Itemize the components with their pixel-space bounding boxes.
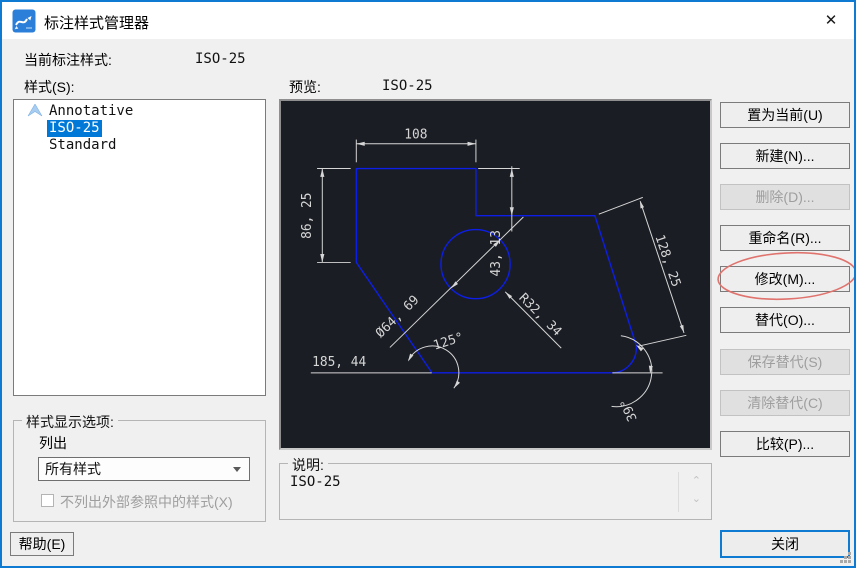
resize-grip[interactable] (836, 548, 852, 564)
chevron-down-icon (233, 467, 241, 472)
compare-button[interactable]: 比较(P)... (720, 431, 850, 457)
dim-bottom-offset: 185, 44 (312, 355, 366, 370)
annotative-icon (27, 104, 43, 117)
scroll-separator (678, 472, 679, 512)
xref-styles-checkbox-label: 不列出外部参照中的样式(X) (60, 494, 233, 510)
scroll-up-icon: ⌃ (691, 475, 701, 487)
close-icon[interactable]: ✕ (808, 2, 854, 39)
styles-list-label: 样式(S): (24, 79, 75, 95)
dim-angle-left: 125° (432, 330, 466, 353)
modify-button[interactable]: 修改(M)... (720, 266, 850, 292)
preview-pane: 108 86, 25 43, 13 Ø64, 69 R32, 34 128, 2… (279, 99, 712, 450)
dimension-texts: 108 86, 25 43, 13 Ø64, 69 R32, 34 128, 2… (300, 128, 683, 424)
xref-styles-checkbox (41, 494, 54, 507)
rename-button[interactable]: 重命名(R)... (720, 225, 850, 251)
set-current-button[interactable]: 置为当前(U) (720, 102, 850, 128)
new-button[interactable]: 新建(N)... (720, 143, 850, 169)
list-label: 列出 (39, 435, 67, 451)
description-group: 说明: ISO-25 ⌃ ⌄ (279, 455, 712, 520)
scroll-down-icon: ⌄ (691, 493, 701, 505)
dimension-style-icon (12, 9, 36, 33)
close-button[interactable]: 关闭 (720, 530, 850, 558)
save-override-button: 保存替代(S) (720, 349, 850, 375)
style-display-options-group: 样式显示选项: 列出 所有样式 不列出外部参照中的样式(X) (13, 412, 266, 522)
current-style-label: 当前标注样式: (24, 52, 112, 68)
current-style-value: ISO-25 (195, 51, 246, 67)
dim-diameter: Ø64, 69 (373, 293, 422, 341)
styles-listbox[interactable]: Annotative ISO-25 Standard (13, 99, 266, 396)
list-styles-dropdown[interactable]: 所有样式 (38, 457, 250, 481)
style-display-options-label: 样式显示选项: (22, 412, 118, 432)
dim-notch-height: 43, 13 (489, 230, 504, 276)
dim-slant-length: 128, 25 (651, 233, 683, 289)
dropdown-value: 所有样式 (45, 461, 101, 477)
description-label: 说明: (288, 455, 328, 475)
clear-override-button: 清除替代(C) (720, 390, 850, 416)
preview-drawing: 108 86, 25 43, 13 Ø64, 69 R32, 34 128, 2… (300, 128, 687, 424)
dim-top-width: 108 (404, 128, 427, 143)
help-button[interactable]: 帮助(E) (10, 532, 74, 556)
preview-style-name: ISO-25 (382, 78, 433, 94)
dim-radius: R32, 34 (516, 291, 565, 340)
title-bar[interactable]: 标注样式管理器 ✕ (2, 2, 854, 39)
list-item-standard[interactable]: Standard (49, 137, 116, 154)
delete-button: 删除(D)... (720, 184, 850, 210)
override-button[interactable]: 替代(O)... (720, 307, 850, 333)
list-item-iso25[interactable]: ISO-25 (47, 120, 102, 137)
dimension-style-manager-dialog: 标注样式管理器 ✕ 当前标注样式: ISO-25 样式(S): 预览: ISO-… (0, 0, 856, 568)
dim-left-height: 86, 25 (300, 192, 315, 238)
preview-label: 预览: (289, 79, 321, 95)
window-title: 标注样式管理器 (44, 15, 150, 32)
description-text: ISO-25 (290, 474, 341, 490)
list-item-annotative[interactable]: Annotative (49, 103, 133, 120)
